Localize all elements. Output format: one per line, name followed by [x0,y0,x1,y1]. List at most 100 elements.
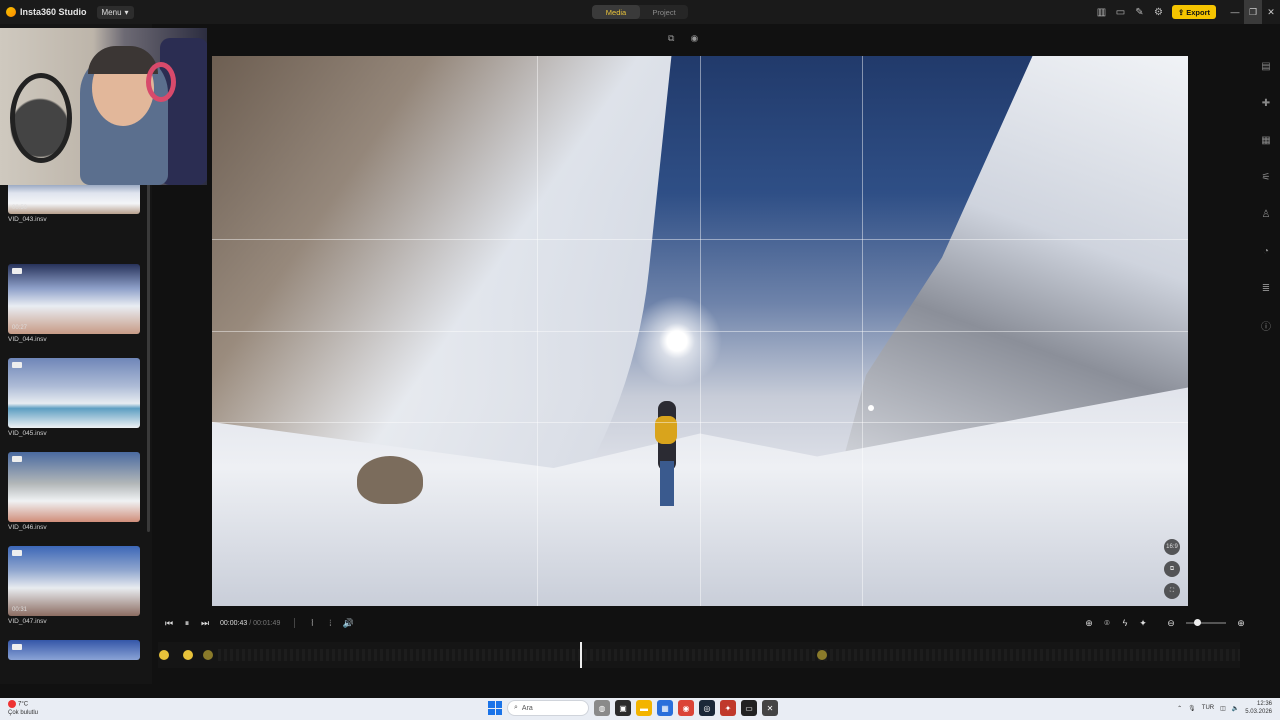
total-time: / 00:01:49 [249,619,281,627]
speaker-icon[interactable]: 🔈 [1232,705,1239,712]
store-icon[interactable]: ▦ [657,700,673,716]
timeline[interactable] [158,642,1240,668]
tab-media[interactable]: Media [592,5,640,19]
clip-duration: 00:50 [12,205,28,211]
search-placeholder: Ara [521,704,533,712]
app-icon[interactable]: ✦ [720,700,736,716]
previous-icon[interactable]: ⏮ [160,618,178,629]
layers-icon[interactable]: ≣ [1262,270,1270,307]
clip-thumbnail[interactable]: 00:31 [8,546,140,616]
puzzle-icon[interactable]: ✚ [1262,85,1270,122]
grid-line [212,239,1188,240]
chevron-up-icon[interactable]: ⌃ [1177,705,1182,712]
stamp-icon[interactable]: ♙ [1262,196,1271,233]
clip-thumbnail[interactable] [8,452,140,522]
video-preview[interactable]: 16:9 ⧉ ⛶ [212,56,1188,606]
title-bar: Insta360 Studio Menu ▾ Media Project ▥ ▭… [0,0,1280,24]
reframe-icon[interactable]: ⧉ [668,33,674,44]
clip-thumbnail[interactable]: 00:50 [8,184,140,214]
clip-name: VID_043.insv [8,216,47,223]
edit-icon[interactable]: ✎ [1130,0,1149,24]
weather-temp: 7°C [18,701,29,708]
clip-thumbnail[interactable] [8,640,140,660]
close-icon[interactable]: ✕ [1262,0,1280,24]
list-item[interactable]: 00:31 VID_047.insv [8,546,140,625]
trim-start-icon[interactable]: ⦚ [303,618,321,629]
timeline-track[interactable] [218,649,1240,661]
info-icon[interactable]: ⓘ [1261,307,1271,344]
list-item[interactable]: VID_046.insv [8,452,140,531]
keyframe-marker[interactable] [203,650,213,660]
sliders-icon[interactable]: ⚟ [1262,159,1271,196]
list-item[interactable]: VID_045.insv [8,358,140,437]
system-tray: ⌃ 🎙 TUR ◫ 🔈 12:36 5.03.2026 [1177,700,1272,716]
clock[interactable]: 12:36 5.03.2026 [1245,700,1272,716]
clip-thumbnail[interactable] [8,358,140,428]
image-adjust-icon[interactable]: ▦ [1261,122,1270,159]
playhead[interactable] [580,642,582,668]
steam-icon[interactable]: ◎ [699,700,715,716]
keyframe-marker[interactable] [183,650,193,660]
app-logo-icon [6,7,16,17]
mode-switch: Media Project [592,5,688,19]
grid-line [212,422,1188,423]
pause-icon[interactable]: ⏸ [178,618,196,629]
zoom-out-icon[interactable]: ⊖ [1162,618,1180,629]
list-item[interactable] [8,640,140,660]
magic-icon[interactable]: ✦ [1134,618,1152,629]
time-display: 00:00:43 / 00:01:49 [220,620,280,627]
ai-track-icon[interactable]: ⌾ [1098,618,1116,629]
app-icon[interactable]: ✕ [762,700,778,716]
zoom-slider[interactable] [1186,619,1226,626]
restore-icon[interactable]: ❐ [1244,0,1262,24]
clock-time: 12:36 [1256,701,1272,707]
language-indicator[interactable]: TUR [1202,705,1214,711]
fullscreen-icon[interactable]: ⛶ [1164,583,1180,599]
trim-end-icon[interactable]: ⦙ [321,618,339,629]
eye-icon[interactable]: ◉ [690,33,698,44]
preview-toolbar: ⧉ ◉ [668,33,698,44]
zoom-slider-handle[interactable] [1194,619,1201,626]
right-toolbar: ▤ ✚ ▦ ⚟ ♙ ◔ ≣ ⓘ [1252,48,1280,344]
volume-icon[interactable]: 🔊 [339,618,357,629]
settings-icon[interactable]: ⚙ [1149,0,1168,24]
clip-list-scrollbar[interactable] [147,184,150,532]
windows-start-icon[interactable] [488,701,502,715]
minimize-icon[interactable]: — [1226,0,1244,24]
list-item[interactable]: 00:27 VID_044.insv [8,264,140,343]
clip-name: VID_046.insv [8,524,47,531]
network-icon[interactable]: ◫ [1220,705,1226,712]
export-button[interactable]: ⇪ Export [1171,5,1216,19]
keyframe-marker[interactable] [159,650,169,660]
clip-name: VID_047.insv [8,618,47,625]
insta360-icon[interactable]: ▭ [741,700,757,716]
snapshot-icon[interactable]: ⧉ [1164,561,1180,577]
file-explorer-icon[interactable]: ▬ [636,700,652,716]
streamer-hat [88,46,158,74]
clip-thumbnail[interactable]: 00:27 [8,264,140,334]
taskbar-search[interactable]: ⌕ Ara [507,700,589,716]
export-label: Export [1186,7,1210,17]
list-item[interactable]: 00:50 VID_043.insv [8,184,140,223]
flash-icon[interactable]: ϟ [1116,618,1134,628]
zoom-in-icon[interactable]: ⊕ [1232,618,1250,629]
next-icon[interactable]: ⏭ [196,618,214,629]
add-keyframe-icon[interactable]: ⊕ [1080,618,1098,629]
chat-icon[interactable]: ▭ [1111,0,1130,24]
weather-widget[interactable]: 7°C Çok bulutlu [8,700,38,717]
search-icon: ⌕ [514,704,518,711]
chrome-icon[interactable]: ◉ [678,700,694,716]
tab-project[interactable]: Project [640,5,688,19]
keyframe-marker[interactable] [817,650,827,660]
boulder [357,456,423,504]
microphone-icon[interactable]: 🎙 [1188,705,1196,712]
widgets-icon[interactable]: ◍ [594,700,610,716]
exercise-bike [10,73,72,163]
aspect-ratio-button[interactable]: 16:9 [1164,539,1180,555]
hiker [652,401,682,511]
book-icon[interactable]: ▥ [1092,0,1111,24]
task-view-icon[interactable]: ▣ [615,700,631,716]
speed-icon[interactable]: ◔ [1263,233,1269,270]
menu-button[interactable]: Menu ▾ [96,5,134,19]
camera-settings-icon[interactable]: ▤ [1261,48,1270,85]
